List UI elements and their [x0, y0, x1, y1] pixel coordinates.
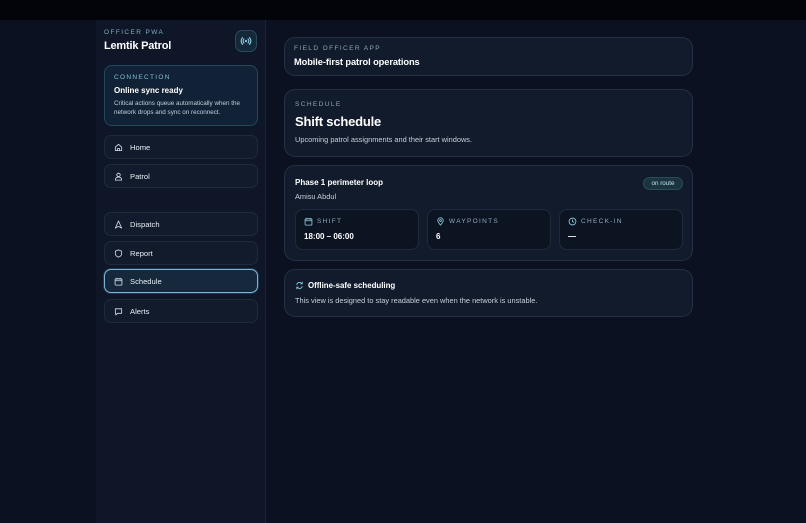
sidebar: OFFICER PWA Lemtik Patrol CONNECTION Onl… [96, 20, 266, 523]
stat-value: 18:00 – 06:00 [304, 232, 354, 241]
calendar-icon [113, 276, 123, 286]
stat-shift: SHIFT 18:00 – 06:00 [295, 209, 419, 250]
nav-item-home[interactable]: Home [104, 135, 258, 159]
nav-item-dispatch[interactable]: Dispatch [104, 212, 258, 236]
stat-label: SHIFT [317, 218, 343, 225]
page-title: Shift schedule [295, 114, 382, 129]
nav-item-label: Dispatch [130, 219, 160, 229]
schedule-card: SCHEDULE Shift schedule Upcoming patrol … [284, 89, 693, 157]
app-kicker: OFFICER PWA [104, 29, 165, 36]
nav-item-report[interactable]: Report [104, 241, 258, 265]
connection-card: CONNECTION Online sync ready Critical ac… [104, 65, 258, 126]
message-icon [113, 306, 123, 316]
offline-title: Offline-safe scheduling [308, 281, 396, 290]
stat-check-in: CHECK-IN — [559, 209, 683, 250]
nav-item-alerts[interactable]: Alerts [104, 299, 258, 323]
calendar-icon [304, 217, 313, 226]
dispatch-icon [113, 219, 123, 229]
offline-card: Offline-safe scheduling This view is des… [284, 269, 693, 317]
connection-status-button[interactable] [235, 30, 257, 52]
header-title: Mobile-first patrol operations [294, 57, 420, 67]
top-bar [0, 0, 806, 20]
stat-value: — [568, 232, 576, 241]
nav-item-label: Patrol [130, 171, 150, 181]
offline-text: This view is designed to stay readable e… [295, 296, 538, 305]
assignment-title: Phase 1 perimeter loop [295, 178, 384, 187]
header-kicker: FIELD OFFICER APP [294, 45, 382, 52]
home-icon [113, 142, 123, 152]
connection-title: Online sync ready [114, 86, 183, 95]
nav-item-patrol[interactable]: Patrol [104, 164, 258, 188]
assignment-card[interactable]: Phase 1 perimeter loop Amisu Abdul on ro… [284, 165, 693, 261]
refresh-icon [296, 281, 303, 290]
shield-icon [113, 248, 123, 258]
stat-value: 6 [436, 232, 441, 241]
patrol-icon [113, 171, 123, 181]
connection-kicker: CONNECTION [114, 74, 171, 81]
nav-item-label: Home [130, 142, 151, 152]
broadcast-icon [240, 37, 252, 45]
location-pin-icon [437, 217, 444, 226]
nav-item-schedule[interactable]: Schedule [104, 269, 258, 293]
page-subtitle: Upcoming patrol assignments and their st… [295, 135, 473, 144]
connection-text: Critical actions queue automatically whe… [114, 100, 241, 116]
assignment-officer: Amisu Abdul [295, 192, 337, 201]
nav-item-label: Alerts [130, 306, 150, 316]
nav-item-label: Schedule [130, 276, 162, 286]
nav-item-label: Report [130, 248, 153, 258]
stat-waypoints: WAYPOINTS 6 [427, 209, 551, 250]
clock-icon [568, 217, 577, 226]
app-title: Lemtik Patrol [104, 40, 172, 52]
stat-label: CHECK-IN [581, 218, 623, 225]
header-card: FIELD OFFICER APP Mobile-first patrol op… [284, 37, 693, 76]
schedule-kicker: SCHEDULE [295, 101, 342, 108]
stat-label: WAYPOINTS [449, 218, 499, 225]
status-badge: on route [643, 177, 683, 190]
